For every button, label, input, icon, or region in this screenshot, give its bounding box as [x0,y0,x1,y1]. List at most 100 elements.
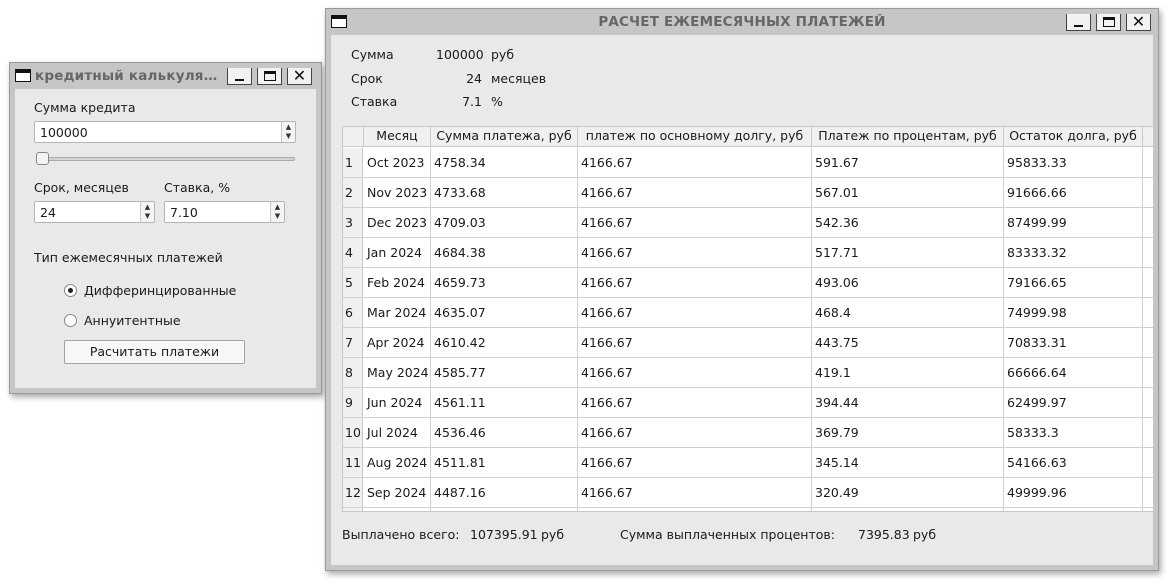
row-number[interactable]: 9 [343,388,363,417]
cell-interest[interactable] [812,508,1004,511]
cell-interest[interactable]: 369.79 [812,418,1004,447]
row-number[interactable]: 11 [343,448,363,477]
loan-amount-slider[interactable] [43,157,295,161]
cell-month[interactable]: Dec 2023 [364,208,431,237]
cell-month[interactable]: Jan 2024 [364,238,431,267]
cell-month[interactable]: Feb 2024 [364,268,431,297]
row-number[interactable]: 10 [343,418,363,447]
cell-principal[interactable]: 4166.67 [578,208,812,237]
row-number[interactable]: 4 [343,238,363,267]
cell-balance[interactable]: 49999.96 [1004,478,1143,507]
cell-month[interactable]: May 2024 [364,358,431,387]
loan-amount-input[interactable]: 100000 ▲ ▼ [34,121,296,143]
cell-month[interactable]: Nov 2023 [364,178,431,207]
radio-annuity-label[interactable]: Аннуитентные [84,313,181,328]
cell-balance[interactable]: 83333.32 [1004,238,1143,267]
cell-payment[interactable]: 4733.68 [431,178,578,207]
table-row[interactable]: 9 Jun 2024 4561.11 4166.67 394.44 62499.97 [343,388,1153,418]
cell-month[interactable]: Apr 2024 [364,328,431,357]
cell-balance[interactable]: 74999.98 [1004,298,1143,327]
cell-interest[interactable]: 468.4 [812,298,1004,327]
cell-principal[interactable]: 4166.67 [578,178,812,207]
spin-up-icon[interactable]: ▲ [286,123,291,132]
term-input[interactable]: 24 ▲ ▼ [34,201,155,223]
cell-month[interactable]: Mar 2024 [364,298,431,327]
cell-payment[interactable]: 4536.46 [431,418,578,447]
cell-payment[interactable]: 4511.81 [431,448,578,477]
calculate-payments-button[interactable]: Расчитать платежи [64,340,245,364]
cell-balance[interactable]: 66666.64 [1004,358,1143,387]
column-header-interest[interactable]: Платеж по процентам, руб [812,127,1004,146]
cell-interest[interactable]: 419.1 [812,358,1004,387]
loan-amount-spin-arrows[interactable]: ▲ ▼ [281,122,295,142]
table-row[interactable]: 2 Nov 2023 4733.68 4166.67 567.01 91666.66 [343,178,1153,208]
cell-principal[interactable]: 4166.67 [578,358,812,387]
cell-interest[interactable]: 542.36 [812,208,1004,237]
cell-month[interactable] [364,508,431,511]
cell-principal[interactable]: 4166.67 [578,268,812,297]
table-row[interactable]: 10 Jul 2024 4536.46 4166.67 369.79 58333.3 [343,418,1153,448]
close-button[interactable]: ✕ [287,67,312,85]
radio-differentiated[interactable] [64,284,77,297]
payments-titlebar[interactable]: РАСЧЕТ ЕЖЕМЕСЯЧНЫХ ПЛАТЕЖЕЙ ✕ [326,9,1158,35]
cell-payment[interactable] [431,508,578,511]
table-row[interactable]: 5 Feb 2024 4659.73 4166.67 493.06 79166.65 [343,268,1153,298]
table-row[interactable]: 8 May 2024 4585.77 4166.67 419.1 66666.64 [343,358,1153,388]
cell-balance[interactable]: 87499.99 [1004,208,1143,237]
cell-principal[interactable]: 4166.67 [578,448,812,477]
cell-balance[interactable]: 79166.65 [1004,268,1143,297]
spin-up-icon[interactable]: ▲ [145,203,150,212]
row-number[interactable]: 8 [343,358,363,387]
window-menu-icon[interactable] [15,69,31,82]
term-spin-arrows[interactable]: ▲ ▼ [140,202,154,222]
row-number[interactable]: 3 [343,208,363,237]
table-row[interactable]: 7 Apr 2024 4610.42 4166.67 443.75 70833.31 [343,328,1153,358]
row-number[interactable]: 5 [343,268,363,297]
calculator-titlebar[interactable]: кредитный калькулятор ✕ [10,63,321,89]
row-number[interactable]: 7 [343,328,363,357]
payments-table[interactable]: Месяц Сумма платежа, руб платеж по основ… [342,126,1154,512]
column-header-payment[interactable]: Сумма платежа, руб [431,127,578,146]
cell-principal[interactable] [578,508,812,511]
cell-principal[interactable]: 4166.67 [578,148,812,177]
radio-annuity[interactable] [64,314,77,327]
minimize-button[interactable] [227,67,252,85]
cell-payment[interactable]: 4561.11 [431,388,578,417]
table-row[interactable]: 3 Dec 2023 4709.03 4166.67 542.36 87499.99 [343,208,1153,238]
maximize-button[interactable] [1096,13,1121,31]
cell-payment[interactable]: 4635.07 [431,298,578,327]
cell-month[interactable]: Sep 2024 [364,478,431,507]
cell-interest[interactable]: 443.75 [812,328,1004,357]
cell-payment[interactable]: 4585.77 [431,358,578,387]
rate-input[interactable]: 7.10 ▲ ▼ [164,201,285,223]
cell-balance[interactable]: 95833.33 [1004,148,1143,177]
row-number[interactable]: 1 [343,148,363,177]
cell-interest[interactable]: 567.01 [812,178,1004,207]
spin-down-icon[interactable]: ▼ [145,212,150,221]
cell-principal[interactable]: 4166.67 [578,298,812,327]
cell-interest[interactable]: 517.71 [812,238,1004,267]
cell-balance[interactable]: 62499.97 [1004,388,1143,417]
minimize-button[interactable] [1066,13,1091,31]
row-number[interactable]: 6 [343,298,363,327]
row-number[interactable]: 12 [343,478,363,507]
close-button[interactable]: ✕ [1126,13,1151,31]
radio-differentiated-label[interactable]: Дифферинцированные [84,283,236,298]
row-number[interactable] [343,508,363,511]
spin-down-icon[interactable]: ▼ [286,132,291,141]
table-row[interactable]: 11 Aug 2024 4511.81 4166.67 345.14 54166.63 [343,448,1153,478]
cell-principal[interactable]: 4166.67 [578,388,812,417]
cell-interest[interactable]: 345.14 [812,448,1004,477]
cell-month[interactable]: Jul 2024 [364,418,431,447]
cell-payment[interactable]: 4758.34 [431,148,578,177]
cell-payment[interactable]: 4709.03 [431,208,578,237]
column-header-principal[interactable]: платеж по основному долгу, руб [578,127,812,146]
column-header-balance[interactable]: Остаток долга, руб [1004,127,1143,146]
spin-down-icon[interactable]: ▼ [275,212,280,221]
maximize-button[interactable] [257,67,282,85]
column-header-month[interactable]: Месяц [364,127,431,146]
cell-interest[interactable]: 591.67 [812,148,1004,177]
cell-payment[interactable]: 4659.73 [431,268,578,297]
table-row[interactable]: 4 Jan 2024 4684.38 4166.67 517.71 83333.32 [343,238,1153,268]
cell-month[interactable]: Aug 2024 [364,448,431,477]
